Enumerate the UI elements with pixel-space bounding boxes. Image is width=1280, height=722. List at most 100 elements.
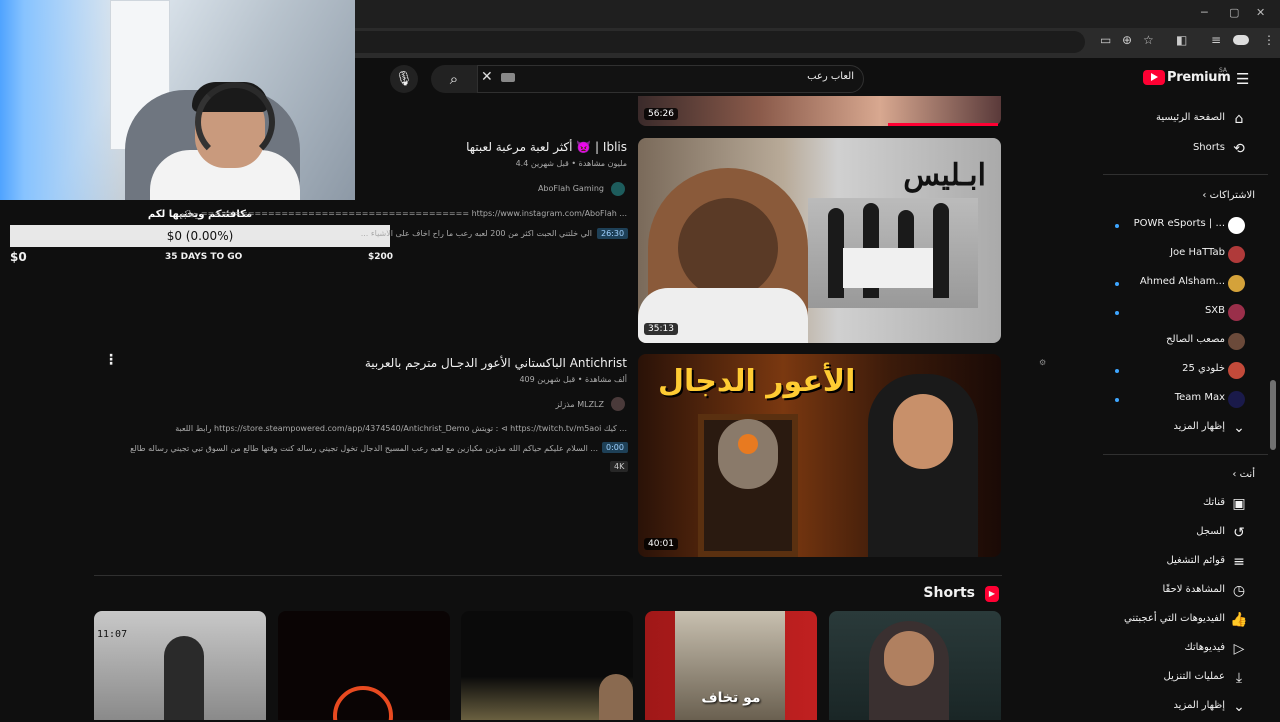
channel-name[interactable]: مذزلز MLZLZ	[204, 400, 604, 409]
sidebar-sub-item[interactable]: مصعب الصالح	[1090, 328, 1260, 356]
channel-name[interactable]: AboFlah Gaming	[204, 184, 604, 193]
close-window-button[interactable]: ✕	[1256, 6, 1265, 19]
short-thumbnail[interactable]	[461, 611, 633, 720]
star-icon[interactable]: ☆	[1143, 33, 1154, 47]
webcam-overlay	[0, 0, 355, 200]
keyboard-icon[interactable]	[501, 73, 515, 82]
clear-search-icon[interactable]: ✕	[481, 69, 493, 85]
sidebar-item-history[interactable]: السجل ↺	[1090, 520, 1260, 548]
video-thumbnail[interactable]: ابـليس	[638, 138, 1001, 343]
sidebar-show-more[interactable]: إظهار المزيد ⌄	[1090, 694, 1260, 722]
video-thumbnail[interactable]	[638, 96, 1001, 126]
chapter-chip[interactable]: 26:30	[597, 228, 629, 239]
sidebar-item-playlists[interactable]: قوائم التشغيل ≡	[1090, 549, 1260, 577]
sidebar-item-label: قوائم التشغيل	[1166, 555, 1225, 566]
section-divider	[94, 575, 1002, 576]
eye-icon	[738, 434, 758, 454]
sidebar-item-label: Joe HaTTab	[1170, 247, 1225, 258]
sidebar-show-more[interactable]: إظهار المزيد ⌄	[1090, 415, 1260, 443]
history-icon: ↺	[1233, 525, 1245, 541]
home-icon: ⌂	[1234, 111, 1244, 127]
cursor-icon: ⚙	[1039, 358, 1047, 367]
sidebar-item-shorts[interactable]: Shorts ⟲	[1090, 136, 1260, 164]
sidebar-item-liked[interactable]: الفيديوهات التي أعجبتني 👍	[1090, 607, 1260, 635]
video-title[interactable]: الباكستاني الأعور الدجـال مترجم بالعربية…	[227, 356, 627, 370]
media-icon[interactable]: ≡	[1211, 33, 1221, 47]
video-description: حياكم ==================================…	[179, 209, 627, 218]
you-header-label: أنت	[1239, 469, 1255, 480]
browser-menu-icon[interactable]: ⋮	[1263, 33, 1275, 47]
video-thumbnail[interactable]: الأعور الدجال	[638, 354, 1001, 557]
search-button[interactable]: ⌕	[431, 65, 477, 93]
avatar	[1228, 362, 1245, 379]
sidebar-item-label: Ahmed Alsham...	[1139, 276, 1225, 287]
sidebar-item-home[interactable]: الصفحة الرئيسية ⌂	[1090, 106, 1260, 134]
figure	[933, 203, 949, 298]
sidebar-divider	[1103, 174, 1268, 175]
figure	[828, 208, 844, 298]
quality-badge: 4K	[610, 461, 629, 472]
sidebar-sub-item[interactable]: Team Max	[1090, 386, 1260, 414]
short-thumbnail[interactable]	[278, 611, 450, 720]
sidebar-sub-item[interactable]: Joe HaTTab	[1090, 241, 1260, 269]
chapter-text: ... الي خلتني الحبت اكثر من 200 لعبه رعب…	[360, 229, 592, 238]
thumb-face	[678, 198, 778, 298]
subscriptions-header[interactable]: ‹ الاشتراكات	[1195, 190, 1255, 201]
thumb-person	[164, 636, 204, 720]
channel-avatar[interactable]	[611, 397, 625, 411]
cast-icon[interactable]: ▭	[1100, 33, 1111, 47]
sidebar-item-label: المشاهدة لاحقًا	[1162, 584, 1225, 595]
shorts-icon: ⟲	[1233, 141, 1245, 157]
zoom-icon[interactable]: ⊕	[1122, 33, 1132, 47]
short-thumbnail[interactable]	[829, 611, 1001, 720]
duration-badge: 35:13	[644, 323, 678, 335]
chevron-down-icon: ⌄	[1233, 420, 1245, 436]
you-header[interactable]: ‹ أنت	[1220, 469, 1255, 480]
region-code: SA	[1219, 67, 1228, 74]
sidebar-item-your-videos[interactable]: فيديوهاتك ▷	[1090, 636, 1260, 664]
playlists-icon: ≡	[1233, 554, 1245, 570]
sidebar-item-channel[interactable]: قناتك ▣	[1090, 491, 1260, 519]
sidebar-sub-item[interactable]: Ahmed Alsham...	[1090, 270, 1260, 298]
avatar	[1228, 391, 1245, 408]
sidebar-sub-item[interactable]: خلودي 25	[1090, 357, 1260, 385]
sidebar-sub-item[interactable]: POWR eSports | ...	[1090, 212, 1260, 240]
ring-shape	[333, 686, 393, 720]
more-options-icon[interactable]: ⋮	[104, 352, 118, 368]
short-thumbnail[interactable]: مو تخاف	[645, 611, 817, 720]
sidebar-sub-item[interactable]: SXB	[1090, 299, 1260, 327]
sidebar-scrollbar[interactable]	[1270, 380, 1276, 450]
thumb-text: الأعور الدجال	[658, 364, 856, 399]
avatar	[1228, 275, 1245, 292]
thumb-face	[893, 394, 953, 469]
maximize-button[interactable]: ▢	[1229, 6, 1239, 19]
sidebar-item-label: إظهار المزيد	[1173, 700, 1225, 711]
donation-days-label: 35 DAYS TO GO	[165, 252, 243, 262]
channel-avatar[interactable]	[611, 182, 625, 196]
video-meta: 409 ألف مشاهدة • قبل شهرين	[519, 375, 627, 384]
menu-icon[interactable]: ☰	[1236, 70, 1249, 88]
sidebar-item-downloads[interactable]: عمليات التنزيل ⤓	[1090, 665, 1260, 693]
chapter-text: السلام عليكم حياكم الله مذزين مكيازين مع…	[130, 444, 598, 453]
donation-max-label: $200	[368, 252, 394, 262]
downloads-icon: ⤓	[1235, 670, 1243, 686]
video-title[interactable]: أكثر لعبة مرعبة لعبتها 👿 | Iblis	[227, 140, 627, 154]
chevron-down-icon: ⌄	[1233, 699, 1245, 715]
address-bar[interactable]	[355, 31, 1085, 53]
sidebar-item-watch-later[interactable]: المشاهدة لاحقًا ◷	[1090, 578, 1260, 606]
chapter-chip[interactable]: 0:00	[602, 442, 628, 453]
sidebar-item-label: Shorts	[1192, 142, 1225, 153]
sidebar-item-label: فيديوهاتك	[1184, 642, 1225, 653]
extensions-icon[interactable]: ◧	[1176, 33, 1187, 47]
minimize-button[interactable]: ─	[1201, 6, 1208, 19]
sidebar-item-label: POWR eSports | ...	[1133, 218, 1225, 229]
profile-icon[interactable]	[1233, 35, 1249, 45]
voice-search-button[interactable]: 🎙	[390, 65, 418, 93]
thumb-text: ابـليس	[903, 158, 986, 193]
your-videos-icon: ▷	[1233, 641, 1245, 657]
thumb-face	[884, 631, 934, 686]
sidebar-item-label: عمليات التنزيل	[1163, 671, 1225, 682]
short-thumbnail[interactable]: 11:07	[94, 611, 266, 720]
thumb-person	[599, 674, 633, 720]
avatar	[1228, 333, 1245, 350]
